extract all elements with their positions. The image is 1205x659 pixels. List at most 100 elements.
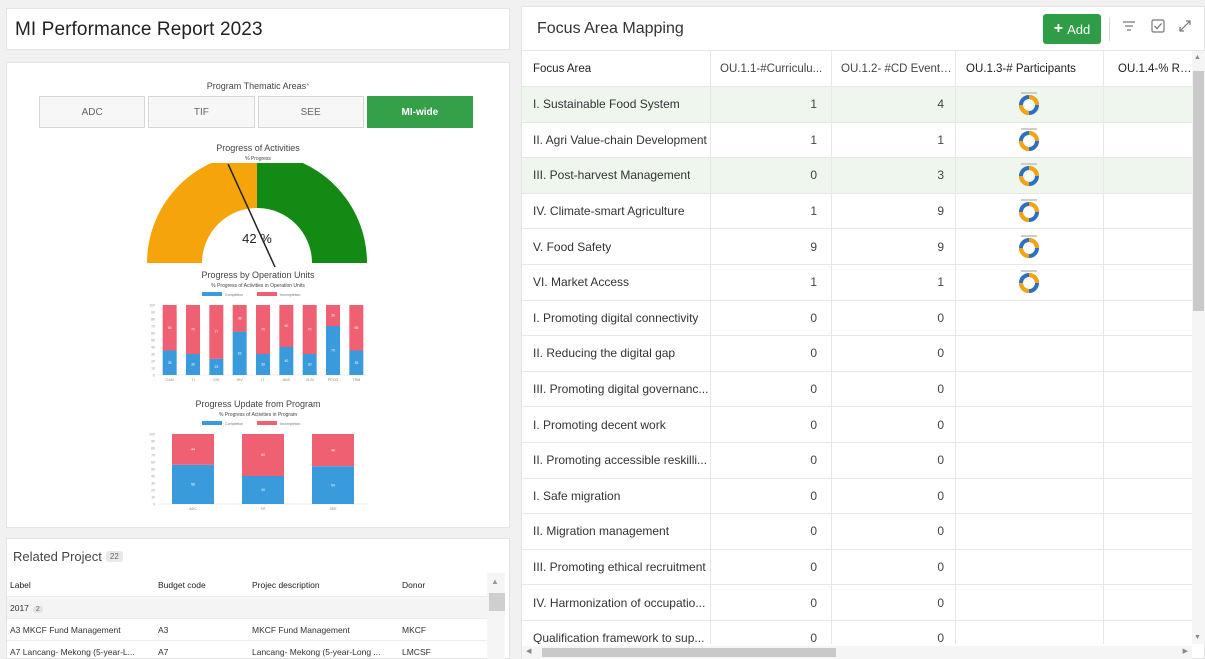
column-header-ou-1-2[interactable]: OU.1.2- #CD Events... (832, 51, 956, 86)
table-row[interactable]: V. Food Safety 9 9 (522, 229, 1192, 265)
mini-donut-chart-icon[interactable] (1016, 234, 1042, 260)
cell-ou-1-4[interactable] (1104, 621, 1192, 644)
table-row[interactable]: III. Promoting digital governanc... 0 0 (522, 371, 1192, 408)
cell-ou-1-4[interactable] (1104, 585, 1192, 620)
scroll-thumb[interactable] (542, 648, 836, 657)
table-row[interactable]: II. Promoting accessible reskilli... 0 0 (522, 442, 1192, 479)
cell-ou-1-2[interactable]: 1 (832, 264, 956, 300)
table-row[interactable]: A7 Lancang- Mekong (5-year-L... A7 Lanca… (7, 641, 487, 659)
cell-ou-1-1[interactable]: 0 (711, 158, 832, 193)
table-row[interactable]: II. Agri Value-chain Development 1 1 (522, 122, 1192, 159)
cell-ou-1-1[interactable]: 0 (711, 300, 832, 336)
cell-ou-1-3[interactable] (956, 442, 1104, 478)
table-row[interactable]: IV. Climate-smart Agriculture 1 9 (522, 193, 1192, 230)
cell-ou-1-1[interactable]: 0 (711, 620, 832, 644)
scroll-up-icon[interactable]: ▲ (1194, 54, 1201, 61)
cell-focus-area[interactable]: I. Sustainable Food System (522, 87, 711, 122)
cell-ou-1-4[interactable] (1104, 550, 1192, 585)
cell-ou-1-4[interactable] (1104, 443, 1192, 478)
cell-ou-1-4[interactable] (1104, 407, 1192, 442)
table-row[interactable]: IV. Harmonization of occupatio... 0 0 (522, 585, 1192, 621)
cell-ou-1-4[interactable] (1104, 194, 1192, 229)
cell-ou-1-2[interactable]: 3 (832, 158, 956, 193)
scroll-right-icon[interactable]: ▶ (1183, 647, 1188, 655)
column-header-donor[interactable]: Donor (399, 580, 487, 590)
scroll-thumb[interactable] (489, 593, 505, 611)
cell-ou-1-2[interactable]: 0 (832, 407, 956, 442)
cell-ou-1-2[interactable]: 0 (832, 478, 956, 514)
expand-icon[interactable] (1178, 19, 1192, 37)
cell-focus-area[interactable]: III. Post-harvest Management (522, 158, 711, 193)
column-header-ou-1-3[interactable]: OU.1.3-# Participants (956, 51, 1104, 86)
cell-ou-1-3[interactable] (956, 158, 1104, 193)
cell-ou-1-3[interactable] (956, 585, 1104, 620)
cell-focus-area[interactable]: II. Agri Value-chain Development (522, 122, 711, 158)
cell-ou-1-1[interactable]: 0 (711, 336, 832, 371)
cell-ou-1-4[interactable] (1104, 158, 1192, 193)
cell-focus-area[interactable]: V. Food Safety (522, 229, 711, 264)
cell-ou-1-4[interactable] (1104, 87, 1192, 122)
cell-ou-1-1[interactable]: 0 (711, 478, 832, 514)
cell-ou-1-3[interactable] (956, 264, 1104, 300)
cell-ou-1-1[interactable]: 0 (711, 407, 832, 442)
cell-focus-area[interactable]: II. Migration management (522, 514, 711, 549)
thematic-option-tif[interactable]: TIF (148, 96, 255, 128)
cell-focus-area[interactable]: I. Safe migration (522, 478, 711, 514)
cell-ou-1-3[interactable] (956, 371, 1104, 407)
table-row[interactable]: II. Reducing the digital gap 0 0 (522, 336, 1192, 372)
cell-ou-1-1[interactable]: 1 (711, 193, 832, 229)
grid-horizontal-scrollbar[interactable]: ◀ ▶ (522, 646, 1192, 659)
cell-ou-1-4[interactable] (1104, 514, 1192, 549)
cell-ou-1-4[interactable] (1104, 336, 1192, 371)
cell-ou-1-4[interactable] (1104, 123, 1192, 158)
thematic-option-mi-wide[interactable]: MI-wide (366, 96, 473, 128)
scroll-down-icon[interactable]: ▼ (1194, 634, 1201, 641)
column-header-label[interactable]: Label (7, 580, 155, 590)
cell-ou-1-1[interactable]: 1 (711, 264, 832, 300)
table-row[interactable]: III. Promoting ethical recruitment 0 0 (522, 549, 1192, 586)
cell-ou-1-4[interactable] (1104, 479, 1192, 514)
cell-ou-1-3[interactable] (956, 549, 1104, 585)
cell-ou-1-3[interactable] (956, 87, 1104, 122)
column-header-description[interactable]: Projec description (249, 580, 399, 590)
cell-focus-area[interactable]: Qualification framework to sup... (522, 620, 711, 644)
cell-focus-area[interactable]: IV. Harmonization of occupatio... (522, 585, 711, 620)
column-header-focus-area[interactable]: Focus Area (522, 51, 711, 86)
cell-ou-1-2[interactable]: 9 (832, 229, 956, 264)
cell-ou-1-3[interactable] (956, 514, 1104, 549)
table-row[interactable]: I. Safe migration 0 0 (522, 478, 1192, 515)
cell-ou-1-2[interactable]: 0 (832, 371, 956, 407)
cell-ou-1-2[interactable]: 4 (832, 87, 956, 122)
cell-ou-1-1[interactable]: 1 (711, 87, 832, 122)
table-row[interactable]: A3 MKCF Fund Management A3 MKCF Fund Man… (7, 619, 487, 641)
cell-focus-area[interactable]: IV. Climate-smart Agriculture (522, 193, 711, 229)
table-row[interactable]: III. Post-harvest Management 0 3 (522, 158, 1192, 194)
mini-donut-chart-icon[interactable] (1016, 91, 1042, 117)
checkbox-icon[interactable] (1151, 19, 1165, 37)
cell-ou-1-3[interactable] (956, 336, 1104, 371)
table-row[interactable]: I. Promoting decent work 0 0 (522, 407, 1192, 443)
cell-focus-area[interactable]: III. Promoting digital governanc... (522, 371, 711, 407)
add-button[interactable]: + Add (1043, 14, 1101, 44)
cell-ou-1-1[interactable]: 0 (711, 371, 832, 407)
cell-ou-1-4[interactable] (1104, 265, 1192, 300)
cell-focus-area[interactable]: III. Promoting ethical recruitment (522, 549, 711, 585)
cell-ou-1-3[interactable] (956, 122, 1104, 158)
thematic-option-see[interactable]: SEE (257, 96, 364, 128)
table-row[interactable]: I. Promoting digital connectivity 0 0 (522, 300, 1192, 337)
mini-donut-chart-icon[interactable] (1016, 127, 1042, 153)
cell-ou-1-4[interactable] (1104, 301, 1192, 336)
grid-vertical-scrollbar[interactable]: ▲ ▼ (1192, 51, 1205, 644)
cell-focus-area[interactable]: II. Promoting accessible reskilli... (522, 442, 711, 478)
mini-donut-chart-icon[interactable] (1016, 198, 1042, 224)
related-scrollbar[interactable]: ▲ (487, 573, 505, 659)
cell-ou-1-3[interactable] (956, 478, 1104, 514)
cell-ou-1-3[interactable] (956, 229, 1104, 264)
cell-ou-1-3[interactable] (956, 407, 1104, 442)
cell-ou-1-3[interactable] (956, 620, 1104, 644)
table-row[interactable]: I. Sustainable Food System 1 4 (522, 87, 1192, 123)
thematic-option-adc[interactable]: ADC (39, 96, 146, 128)
cell-focus-area[interactable]: I. Promoting decent work (522, 407, 711, 442)
column-header-budget-code[interactable]: Budget code (155, 580, 249, 590)
column-header-ou-1-1[interactable]: OU.1.1-#Curriculu... (711, 51, 832, 86)
